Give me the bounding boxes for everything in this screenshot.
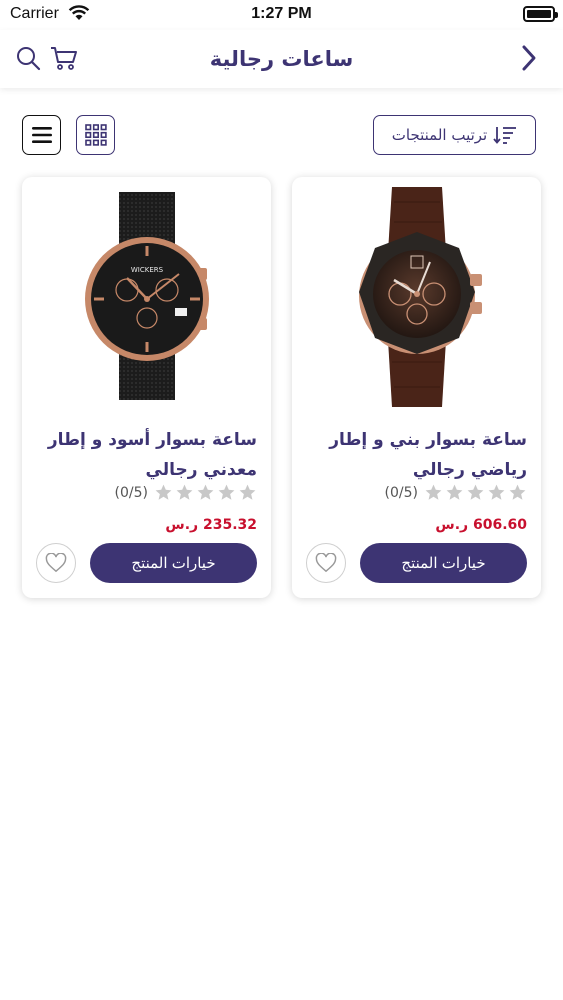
list-icon	[31, 127, 52, 143]
star-rating	[424, 483, 527, 502]
heart-icon	[315, 553, 337, 573]
product-card[interactable]: ساعة بسوار بني و إطار رياضي رجالي (0/5) …	[292, 177, 541, 598]
rating-count: (0/5)	[384, 484, 418, 501]
product-card[interactable]: WICKERS ساعة بسوار أسود و إطار معدني رجا…	[22, 177, 271, 598]
star-rating	[154, 483, 257, 502]
grid-view-button[interactable]	[76, 115, 115, 155]
chevron-right-icon[interactable]	[513, 42, 545, 74]
sort-icon	[493, 127, 517, 144]
sort-label: ترتيب المنتجات	[391, 126, 488, 144]
product-title[interactable]: ساعة بسوار أسود و إطار معدني رجالي	[32, 425, 257, 485]
star-icon	[239, 484, 256, 500]
star-icon	[425, 484, 442, 500]
navbar: ساعات رجالية	[0, 30, 563, 88]
battery-icon	[523, 6, 558, 22]
star-icon	[218, 484, 235, 500]
status-bar: Carrier 1:27 PM	[0, 0, 563, 30]
star-icon	[467, 484, 484, 500]
clock: 1:27 PM	[251, 5, 312, 22]
watch-brand-mark: WICKERS	[130, 266, 163, 274]
heart-icon	[45, 553, 67, 573]
star-icon	[176, 484, 193, 500]
product-price: 235.32 ر.س	[165, 517, 257, 533]
product-rating: (0/5)	[115, 483, 257, 502]
favorite-button[interactable]	[36, 543, 76, 583]
page-title: ساعات رجالية	[209, 47, 354, 71]
favorite-button[interactable]	[306, 543, 346, 583]
star-icon	[446, 484, 463, 500]
star-icon	[197, 484, 214, 500]
list-view-button[interactable]	[22, 115, 61, 155]
product-options-button[interactable]: خيارات المنتج	[360, 543, 527, 583]
product-image[interactable]	[292, 182, 541, 414]
sort-button[interactable]: ترتيب المنتجات	[373, 115, 536, 155]
product-rating: (0/5)	[385, 483, 527, 502]
star-icon	[488, 484, 505, 500]
product-image[interactable]: WICKERS	[22, 182, 271, 414]
product-price: 606.60 ر.س	[435, 517, 527, 533]
rating-count: (0/5)	[114, 484, 148, 501]
product-title[interactable]: ساعة بسوار بني و إطار رياضي رجالي	[302, 425, 527, 485]
star-icon	[155, 484, 172, 500]
grid-icon	[84, 124, 107, 146]
star-icon	[509, 484, 526, 500]
product-options-button[interactable]: خيارات المنتج	[90, 543, 257, 583]
